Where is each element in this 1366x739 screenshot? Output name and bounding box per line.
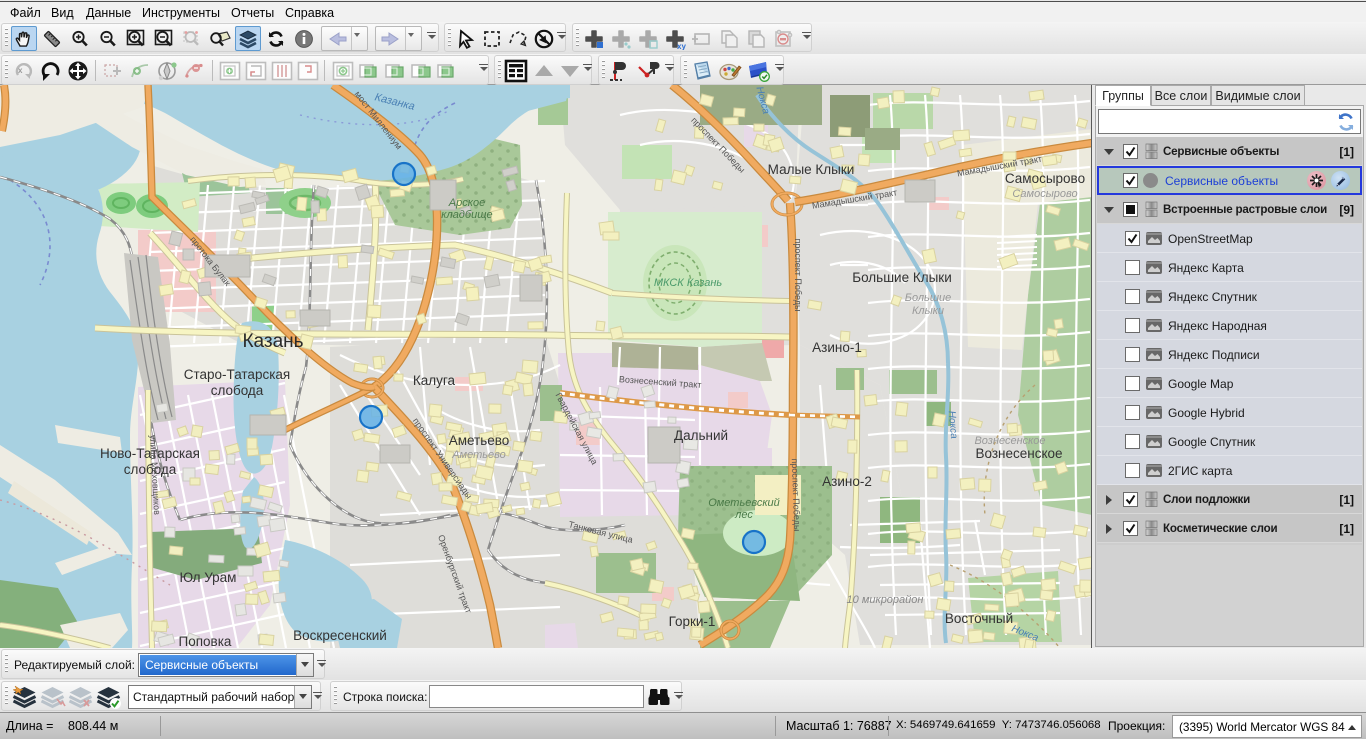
svg-text:Большие: Большие bbox=[905, 292, 951, 304]
svg-text:Ометьевский: Ометьевский bbox=[708, 497, 780, 509]
svg-text:Азино-2: Азино-2 bbox=[822, 474, 872, 489]
svg-text:Вознесенское: Вознесенское bbox=[974, 435, 1045, 447]
svg-text:Калуга: Калуга bbox=[413, 373, 456, 388]
svg-text:Юл Урам: Юл Урам bbox=[180, 570, 237, 585]
svg-text:кладбище: кладбище bbox=[441, 209, 492, 221]
svg-text:Клыки: Клыки bbox=[912, 305, 944, 317]
svg-text:слобода: слобода bbox=[211, 383, 264, 398]
svg-text:Восточный: Восточный bbox=[945, 611, 1013, 626]
svg-text:Арское: Арское bbox=[448, 197, 485, 209]
svg-text:Азино-1: Азино-1 bbox=[812, 340, 862, 355]
svg-text:Аметьево: Аметьево bbox=[449, 433, 510, 448]
svg-text:Воскресенский: Воскресенский bbox=[293, 628, 387, 643]
svg-text:Большие Клыки: Большие Клыки bbox=[852, 270, 952, 285]
svg-text:МКСК Казань: МКСК Казань bbox=[654, 277, 723, 289]
svg-text:Казань: Казань bbox=[242, 331, 303, 352]
svg-text:Самосырово: Самосырово bbox=[1012, 188, 1077, 200]
svg-text:Малые Клыки: Малые Клыки bbox=[768, 162, 855, 177]
svg-text:Старо-Татарская: Старо-Татарская bbox=[184, 367, 290, 382]
svg-text:Дальний: Дальний bbox=[674, 428, 728, 443]
svg-text:лес: лес bbox=[734, 509, 753, 521]
svg-text:xy: xy bbox=[677, 42, 686, 50]
svg-text:проспект Победы: проспект Победы bbox=[793, 239, 803, 312]
svg-text:10 микрорайон: 10 микрорайон bbox=[847, 594, 924, 606]
svg-text:Поповка: Поповка bbox=[179, 634, 232, 648]
svg-text:Горки-1: Горки-1 bbox=[669, 614, 716, 629]
svg-text:Вознесенское: Вознесенское bbox=[975, 446, 1062, 461]
svg-text:x: x bbox=[18, 66, 23, 75]
svg-text:Аметьево: Аметьево bbox=[451, 449, 506, 461]
svg-text:Самосырово: Самосырово bbox=[1005, 171, 1085, 186]
